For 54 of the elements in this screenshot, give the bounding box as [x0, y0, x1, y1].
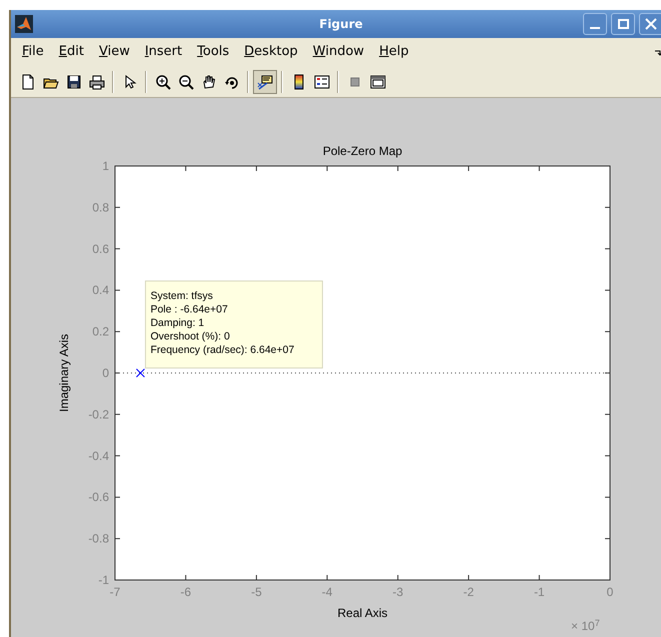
data-cursor-icon: [257, 74, 273, 90]
axis-multiplier: × 10$^{7}$: [571, 617, 600, 635]
y-tick-label: 0.2: [92, 324, 109, 339]
datatip-text: Frequency (rad/sec): 6.64e+07: [150, 344, 294, 356]
y-tick-label: 0.8: [92, 200, 109, 214]
x-tick-label: -7: [110, 585, 120, 599]
y-tick-label: -0.8: [88, 532, 109, 546]
app-logo-icon: [15, 15, 33, 33]
menu-item[interactable]: View: [92, 42, 137, 62]
zoom-in-icon: [154, 74, 170, 90]
x-tick-label: 0: [606, 585, 614, 599]
x-tick-label: -4: [322, 585, 332, 599]
menu-item[interactable]: Edit: [52, 42, 91, 62]
datatip-text: Overshoot (%): 0: [150, 330, 230, 342]
y-tick-label: -0.6: [88, 490, 109, 504]
close-button[interactable]: [639, 13, 661, 35]
minimize-icon: [590, 27, 600, 29]
y-tick-label: 0.4: [92, 283, 109, 298]
close-icon: [645, 18, 657, 30]
window-title: Figure: [318, 16, 364, 33]
menu-item[interactable]: Desktop: [237, 42, 305, 62]
maximize-button[interactable]: [611, 13, 635, 35]
zoom-out-icon: [178, 74, 194, 90]
menu-item[interactable]: Insert: [138, 42, 190, 62]
y-tick-label: 1: [102, 159, 109, 173]
new-document-icon: [20, 74, 36, 90]
datatip-text: Pole : -6.64e+07: [150, 304, 228, 316]
y-axis-label: Imaginary Axis: [57, 334, 71, 412]
datatip-text: Damping: 1: [150, 317, 204, 329]
chart-title: Pole-Zero Map: [322, 144, 402, 158]
x-tick-label: -1: [534, 585, 545, 599]
maximize-icon: [618, 19, 628, 29]
y-tick-label: -0.2: [88, 407, 109, 422]
y-tick-label: -0.4: [88, 448, 109, 463]
hand-icon: [200, 74, 216, 90]
y-tick-label: -1: [98, 573, 109, 587]
menu-item[interactable]: Tools: [190, 42, 236, 62]
y-tick-label: 0: [102, 366, 109, 380]
dock-arrow-icon[interactable]: [655, 50, 661, 56]
legend-icon: [314, 74, 330, 90]
x-axis-label: Real Axis: [337, 606, 388, 620]
x-tick-label: -6: [180, 585, 192, 599]
x-tick-label: -2: [463, 585, 474, 599]
x-tick-label: -3: [392, 585, 404, 599]
minimize-button[interactable]: [583, 13, 607, 35]
datatip-text: System: tfsys: [150, 290, 213, 302]
window-frame-icon: [370, 74, 386, 90]
x-tick-label: -5: [251, 585, 262, 599]
menu-item[interactable]: Window: [306, 42, 372, 62]
menu-item[interactable]: Help: [372, 42, 416, 62]
y-tick-label: 0.6: [92, 242, 109, 256]
menu-item[interactable]: File: [15, 42, 51, 62]
printer-icon: [88, 74, 104, 90]
toolbar-button[interactable]: [253, 70, 277, 94]
